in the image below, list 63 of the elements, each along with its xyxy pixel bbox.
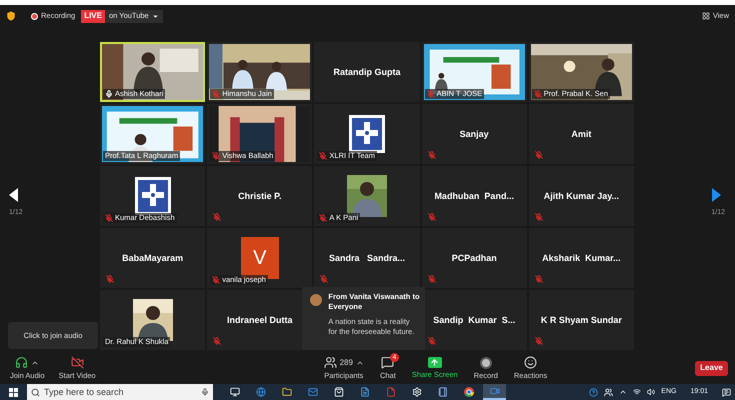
mail-icon: [308, 387, 318, 397]
video-camera-icon: [490, 386, 500, 396]
headphones-icon: [15, 356, 28, 370]
smiley-icon: [524, 356, 538, 370]
participant-tile[interactable]: BabaMayaram: [100, 228, 206, 288]
search-icon: [31, 388, 40, 396]
previous-page-arrow[interactable]: [9, 188, 18, 202]
notifications-icon: [722, 388, 731, 396]
shield-icon: [6, 11, 16, 21]
notebook-icon: [438, 387, 448, 397]
participant-tile[interactable]: K R Shyam Sundar: [528, 290, 634, 350]
mic-icon: [201, 388, 209, 396]
participant-name: Aksharik Kumar...: [542, 254, 621, 262]
participant-tile[interactable]: Aksharik Kumar...: [528, 228, 634, 288]
participant-tile[interactable]: PCPadhan: [422, 228, 527, 288]
pdf-file-icon: [386, 387, 396, 397]
cross-emblem-icon: [134, 177, 171, 215]
shopping-bag-icon: [334, 387, 344, 397]
participant-tile[interactable]: Ratandip Gupta: [314, 42, 420, 102]
participant-tile[interactable]: Madhuban Pand...: [422, 166, 527, 226]
participant-tile[interactable]: Christie P.: [207, 166, 312, 226]
document-icon: [360, 387, 370, 397]
participant-count: 289: [340, 356, 353, 369]
caret-icon: [619, 388, 628, 396]
search-field[interactable]: Type here to search: [27, 384, 213, 400]
speaker-icon: [647, 388, 656, 396]
participant-name: PCPadhan: [452, 254, 497, 262]
record-icon: [480, 356, 492, 369]
live-badge: LIVE: [81, 10, 105, 22]
windows-logo-icon: [9, 388, 18, 396]
network-icon: [633, 388, 642, 396]
participant-name: Sandip Kumar S...: [433, 316, 516, 324]
participant-tile[interactable]: Amit: [528, 104, 634, 164]
participant-name: BabaMayaram: [122, 254, 184, 262]
grid-icon: [702, 12, 710, 20]
participant-name: Ajith Kumar Jay...: [544, 192, 620, 200]
participant-name: Madhuban Pand...: [434, 192, 514, 200]
cross-emblem-icon: [348, 115, 385, 153]
folder-icon: [282, 387, 292, 397]
participant-name: Amit: [571, 130, 592, 138]
globe-icon: [256, 387, 266, 397]
participant-name: K R Shyam Sundar: [540, 316, 622, 324]
participant-tile[interactable]: Ajith Kumar Jay...: [528, 166, 634, 226]
chat-icon: [381, 356, 394, 370]
participant-name: Sandra Sandra...: [328, 254, 405, 262]
next-page-arrow[interactable]: [712, 188, 721, 202]
avatar-icon: [310, 294, 322, 306]
participant-tile[interactable]: Sandra Sandra...: [314, 228, 420, 288]
leave-button[interactable]: Leave: [695, 360, 728, 376]
participant-name: Ratandip Gupta: [333, 68, 400, 76]
share-screen-icon: [428, 357, 442, 368]
participant-name: Christie P.: [238, 192, 282, 200]
browser-icon: [464, 387, 474, 397]
participant-name: Indraneel Dutta: [227, 316, 293, 324]
caret-icon: [152, 12, 159, 20]
participant-name: Sanjay: [460, 130, 489, 138]
participant-tile[interactable]: Sanjay: [422, 104, 527, 164]
settings-icon: [412, 387, 422, 397]
people-icon: [324, 356, 337, 370]
task-view-icon: [230, 387, 240, 397]
people-icon: [604, 388, 614, 396]
help-icon: [589, 388, 598, 396]
video-off-icon: [70, 356, 84, 370]
